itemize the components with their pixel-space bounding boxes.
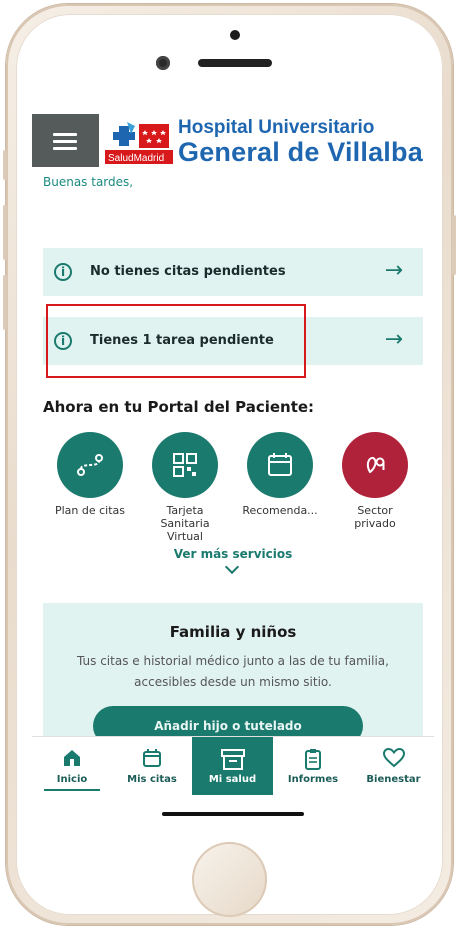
arrow-right-icon: → — [384, 327, 403, 352]
calendar-icon — [268, 453, 292, 476]
family-title: Familia y niños — [169, 623, 297, 641]
service-recomendaciones[interactable]: Recomenda... — [235, 432, 325, 517]
private-sector-icon — [366, 456, 385, 474]
service-tarjeta-sanitaria[interactable]: Tarjeta Sanitaria Virtual — [140, 432, 230, 543]
info-icon: i — [54, 263, 72, 281]
tab-informes[interactable]: Informes — [273, 737, 353, 795]
calendar-icon — [143, 749, 161, 767]
app-header: SaludMadrid Hospital Universitario Gener… — [32, 110, 434, 170]
no-appointments-card[interactable]: i No tienes citas pendientes → — [43, 248, 423, 296]
tab-label: Informes — [287, 774, 339, 785]
selected-tab-indicator — [44, 789, 100, 791]
hospital-name-line2: General de Villalba — [178, 137, 423, 167]
hospital-name-line1: Hospital Universitario — [178, 117, 375, 138]
route-icon — [77, 454, 103, 476]
tab-bienestar[interactable]: Bienestar — [353, 737, 434, 795]
home-button[interactable] — [192, 842, 267, 917]
family-description: Tus citas e historial médico junto a las… — [77, 654, 389, 689]
app-screen: SaludMadrid Hospital Universitario Gener… — [32, 110, 434, 826]
tab-mis-citas[interactable]: Mis citas — [112, 737, 192, 795]
menu-icon-bar — [53, 147, 77, 150]
front-camera — [156, 56, 170, 70]
section-title: Ahora en tu Portal del Paciente: — [43, 398, 315, 416]
clipboard-icon — [305, 749, 321, 770]
archive-box-icon — [220, 749, 245, 770]
home-indicator-bar[interactable] — [162, 812, 304, 816]
svg-text:SaludMadrid: SaludMadrid — [108, 153, 164, 164]
tab-label: Bienestar — [366, 774, 421, 785]
menu-icon — [53, 133, 77, 136]
greeting-text: Buenas tardes, — [43, 175, 134, 189]
tab-label: Inicio — [56, 774, 88, 785]
mute-switch — [3, 150, 7, 180]
tab-label: Mi salud — [208, 774, 257, 785]
service-label: Tarjeta Sanitaria Virtual — [160, 504, 210, 543]
service-circle — [152, 432, 218, 498]
volume-up-button — [3, 205, 7, 260]
service-circle — [247, 432, 313, 498]
power-button — [452, 215, 456, 275]
tab-inicio[interactable]: Inicio — [32, 737, 112, 795]
salud-madrid-logo: SaludMadrid — [105, 122, 173, 164]
service-label: Plan de citas — [54, 504, 126, 517]
service-label: Sector privado — [354, 504, 396, 530]
service-circle — [57, 432, 123, 498]
card-label: No tienes citas pendientes — [90, 264, 286, 279]
tab-label: Mis citas — [127, 774, 177, 785]
arrow-right-icon: → — [384, 258, 403, 283]
service-sector-privado[interactable]: Sector privado — [330, 432, 420, 530]
more-services-link[interactable]: Ver más servicios — [32, 547, 434, 561]
earpiece-speaker — [198, 59, 272, 67]
qr-code-icon — [173, 453, 197, 477]
service-plan-de-citas[interactable]: Plan de citas — [45, 432, 135, 517]
menu-icon-bar — [53, 140, 77, 143]
home-icon — [64, 750, 80, 766]
bottom-tab-bar: Inicio Mis citas Mi salud Informes Biene… — [32, 736, 434, 795]
hamburger-menu-button[interactable] — [32, 114, 99, 167]
tab-mi-salud[interactable]: Mi salud — [192, 737, 273, 795]
proximity-sensor — [230, 30, 240, 40]
highlight-box — [46, 304, 306, 378]
chevron-down-icon[interactable] — [224, 559, 240, 575]
heart-icon — [382, 748, 405, 768]
service-label: Recomenda... — [242, 504, 318, 517]
service-circle — [342, 432, 408, 498]
volume-down-button — [3, 275, 7, 330]
